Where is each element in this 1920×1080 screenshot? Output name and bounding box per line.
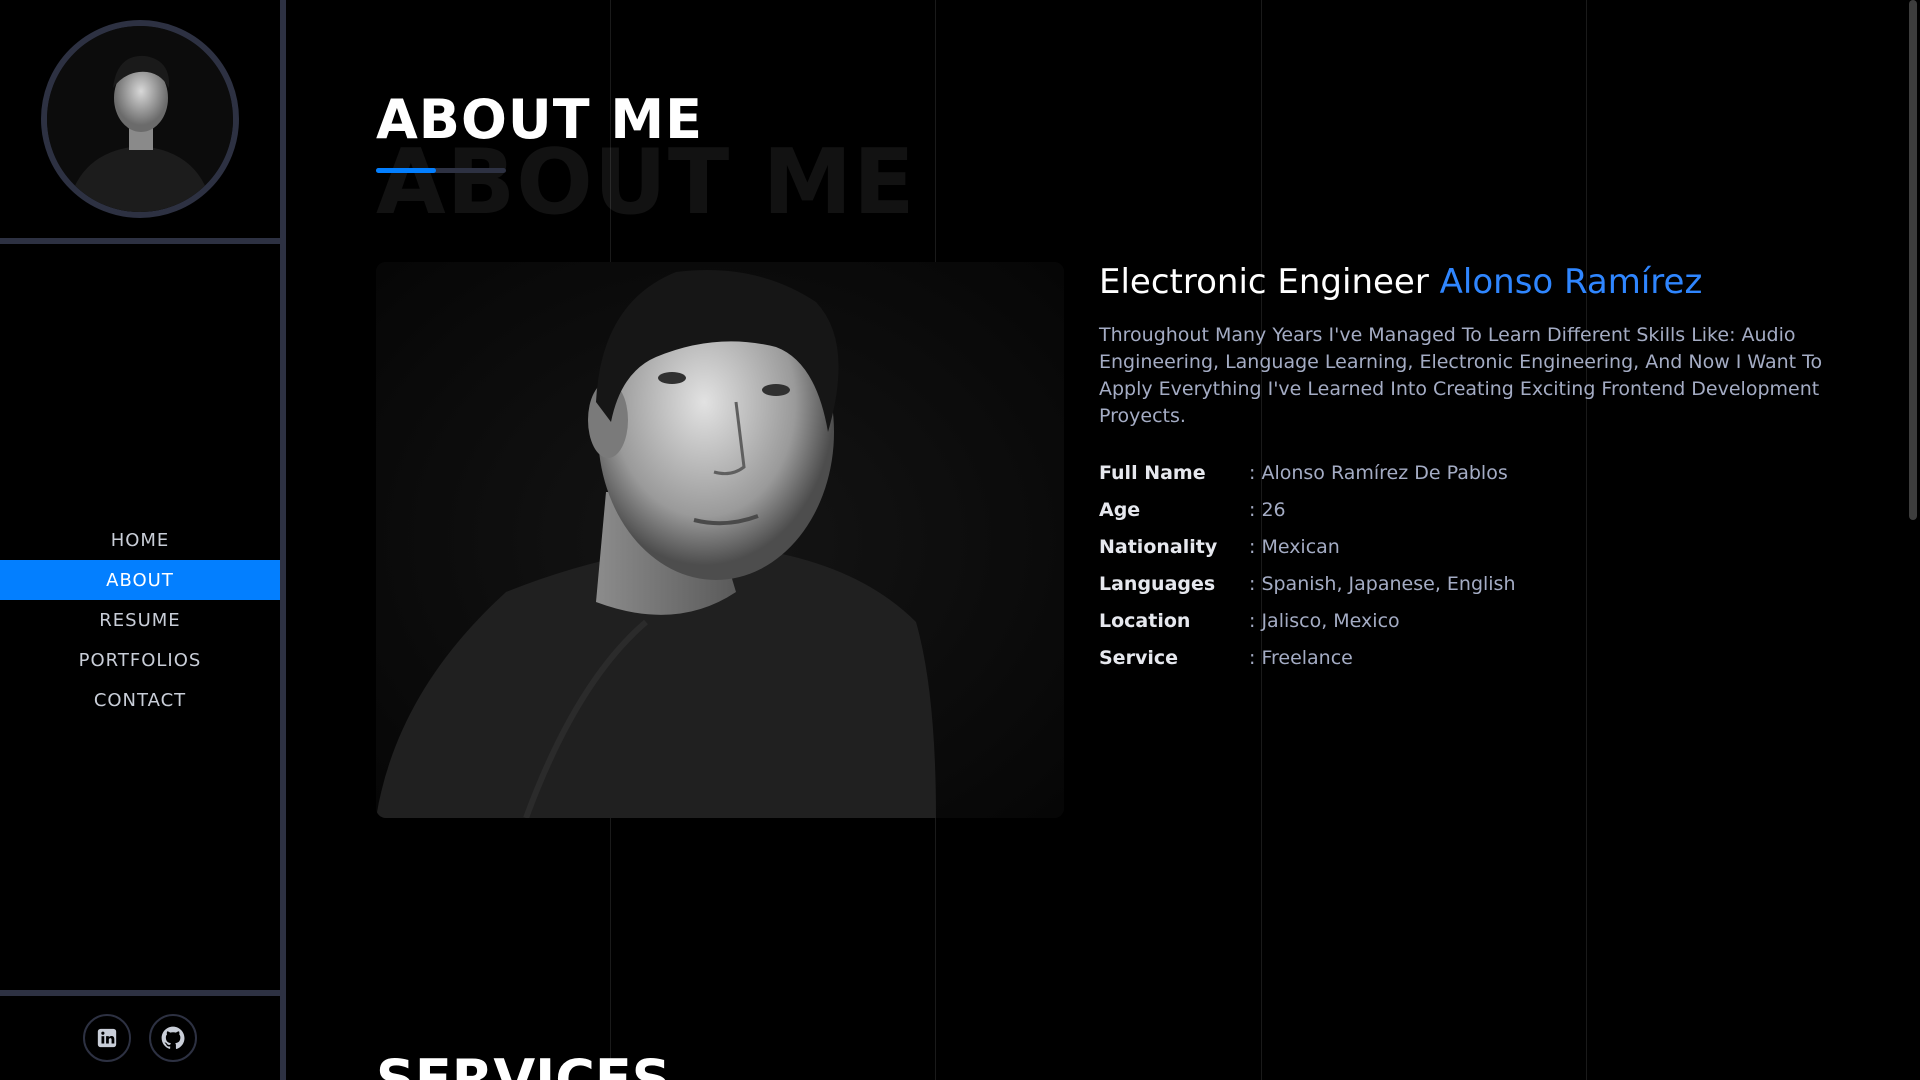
detail-row: Full Name : Alonso Ramírez De Pablos bbox=[1099, 454, 1859, 491]
github-icon bbox=[161, 1026, 185, 1049]
nav-item-contact[interactable]: CONTACT bbox=[0, 680, 280, 720]
nav-item-resume[interactable]: RESUME bbox=[0, 600, 280, 640]
heading-role: Electronic Engineer bbox=[1099, 262, 1429, 302]
detail-label: Location bbox=[1099, 609, 1191, 632]
detail-row: Languages : Spanish, Japanese, English bbox=[1099, 565, 1859, 602]
detail-value: : Spanish, Japanese, English bbox=[1249, 572, 1516, 595]
avatar-section bbox=[0, 0, 280, 244]
about-heading: Electronic Engineer Alonso Ramírez bbox=[1099, 262, 1859, 302]
main-content: ABOUT ME ABOUT ME Electronic Engineer Al… bbox=[286, 0, 1906, 1080]
avatar bbox=[41, 20, 239, 218]
page-scrollbar[interactable] bbox=[1906, 0, 1920, 1080]
avatar-photo bbox=[47, 26, 233, 212]
about-info: Electronic Engineer Alonso Ramírez Throu… bbox=[1099, 262, 1859, 676]
detail-label: Languages bbox=[1099, 572, 1216, 595]
main-nav: HOME ABOUT RESUME PORTFOLIOS CONTACT bbox=[0, 520, 280, 720]
detail-row: Location : Jalisco, Mexico bbox=[1099, 602, 1859, 639]
github-link[interactable] bbox=[149, 1014, 197, 1062]
detail-value: : Mexican bbox=[1249, 535, 1340, 558]
detail-label: Age bbox=[1099, 498, 1141, 521]
detail-value: : Freelance bbox=[1249, 646, 1353, 669]
detail-value: : Alonso Ramírez De Pablos bbox=[1249, 461, 1508, 484]
profile-photo bbox=[376, 262, 1064, 818]
portrait-image bbox=[376, 262, 1064, 818]
detail-value: : Jalisco, Mexico bbox=[1249, 609, 1400, 632]
about-section-title: ABOUT ME ABOUT ME bbox=[376, 88, 915, 235]
social-links bbox=[0, 990, 280, 1080]
nav-item-about[interactable]: ABOUT bbox=[0, 560, 280, 600]
detail-label: Full Name bbox=[1099, 461, 1206, 484]
detail-row: Service : Freelance bbox=[1099, 639, 1859, 676]
details-list: Full Name : Alonso Ramírez De Pablos Age… bbox=[1099, 454, 1859, 676]
detail-row: Nationality : Mexican bbox=[1099, 528, 1859, 565]
title-underline-accent bbox=[376, 168, 436, 173]
scrollbar-thumb[interactable] bbox=[1909, 0, 1917, 520]
heading-name: Alonso Ramírez bbox=[1439, 262, 1703, 302]
nav-item-home[interactable]: HOME bbox=[0, 520, 280, 560]
detail-value: : 26 bbox=[1249, 498, 1286, 521]
detail-label: Nationality bbox=[1099, 535, 1218, 558]
linkedin-icon bbox=[97, 1028, 117, 1048]
page-title: ABOUT ME bbox=[376, 88, 703, 151]
services-section-title: SERVICES bbox=[376, 1048, 671, 1080]
linkedin-link[interactable] bbox=[83, 1014, 131, 1062]
about-description: Throughout Many Years I've Managed To Le… bbox=[1099, 324, 1823, 427]
title-underline bbox=[376, 168, 506, 173]
detail-label: Service bbox=[1099, 646, 1178, 669]
detail-row: Age : 26 bbox=[1099, 491, 1859, 528]
nav-item-portfolios[interactable]: PORTFOLIOS bbox=[0, 640, 280, 680]
sidebar: HOME ABOUT RESUME PORTFOLIOS CONTACT bbox=[0, 0, 286, 1080]
